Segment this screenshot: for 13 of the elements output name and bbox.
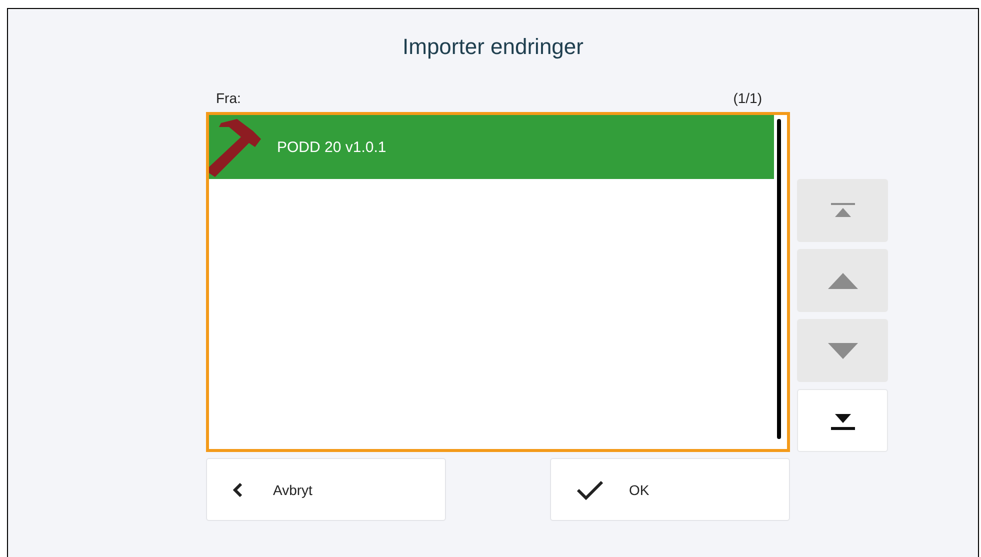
scroll-bottom-icon: [830, 412, 854, 430]
cancel-button[interactable]: Avbryt: [206, 458, 446, 521]
scroll-bottom-button[interactable]: [797, 389, 888, 452]
dialog-title: Importer endringer: [402, 33, 584, 61]
scrollbar[interactable]: [777, 119, 781, 439]
arrow-down-icon: [828, 342, 858, 358]
page-counter: (1/1): [733, 90, 762, 106]
checkmark-icon: [577, 480, 603, 500]
from-label: Fra:: [216, 90, 241, 106]
arrow-up-icon: [828, 272, 858, 288]
chevron-left-icon: [233, 482, 243, 496]
ok-button[interactable]: OK: [550, 458, 790, 521]
scroll-top-icon: [830, 202, 854, 218]
